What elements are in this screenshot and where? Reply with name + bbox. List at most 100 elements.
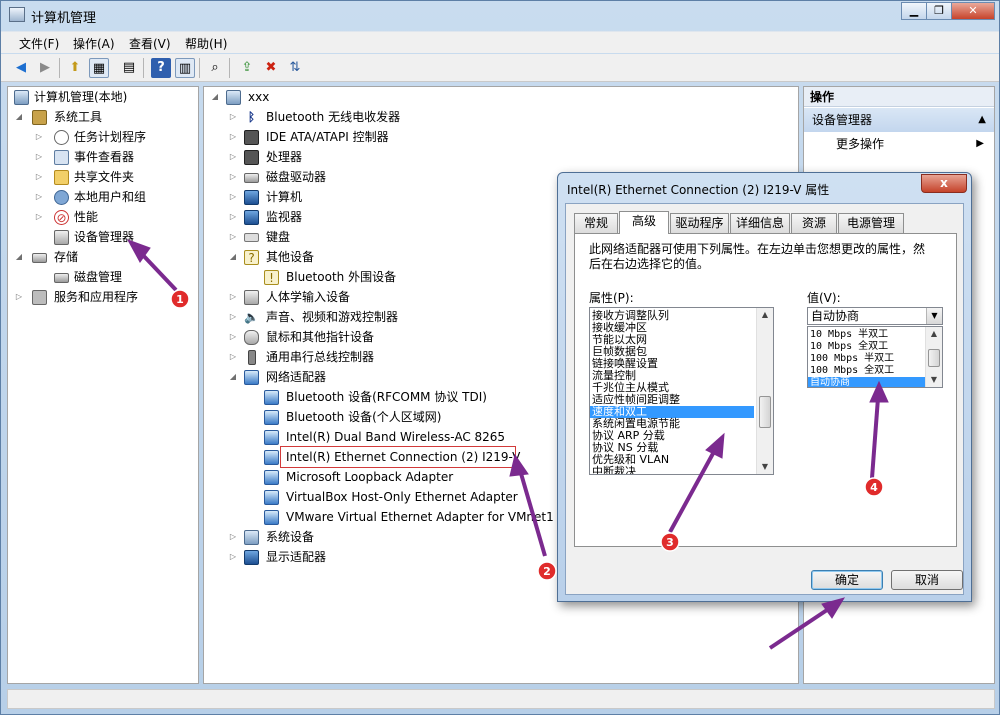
network-adapter-icon [264, 470, 279, 485]
title-bar[interactable]: 计算机管理 ▁ ❐ ✕ [1, 1, 999, 29]
network-adapter-icon [244, 370, 259, 385]
tab-driver[interactable]: 驱动程序 [670, 213, 729, 233]
menu-bar: 文件(F) 操作(A) 查看(V) 帮助(H) [1, 31, 999, 53]
minimize-button[interactable]: ▁ [901, 2, 927, 20]
value-dropdown[interactable]: 自动协商 ▼ [807, 307, 943, 325]
property-list[interactable]: 接收方调整队列 接收缓冲区 节能以太网 巨帧数据包 链接唤醒设置 流量控制 千兆… [589, 307, 774, 475]
status-bar [7, 689, 995, 709]
more-actions-link[interactable]: 更多操作 [836, 135, 884, 153]
close-button[interactable]: ✕ [951, 2, 995, 20]
disk-drive-icon [244, 173, 259, 183]
back-icon[interactable]: ◀ [11, 58, 31, 78]
scroll-thumb[interactable] [928, 349, 940, 367]
property-item[interactable]: 中断裁决 [592, 466, 636, 475]
display-adapter-icon [244, 550, 259, 565]
value-label: 值(V): [807, 291, 841, 305]
properties-icon[interactable]: ▤ [119, 58, 139, 78]
menu-help[interactable]: 帮助(H) [185, 35, 227, 52]
adapter-properties-dialog: Intel(R) Ethernet Connection (2) I219-V … [557, 172, 972, 602]
forward-icon[interactable]: ▶ [35, 58, 55, 78]
property-list-scrollbar[interactable]: ▲ ▼ [756, 308, 773, 474]
chevron-down-icon[interactable]: ▼ [926, 308, 942, 324]
network-adapter-icon [264, 490, 279, 505]
scroll-down-icon[interactable]: ▼ [757, 460, 773, 474]
folder-icon [54, 170, 69, 185]
actions-header: 操作 [804, 87, 994, 107]
maximize-button[interactable]: ❐ [926, 2, 952, 20]
collapse-up-icon[interactable]: ▲ [978, 108, 986, 132]
value-option-selected[interactable]: 自动协商 [808, 377, 925, 387]
computer-icon [244, 190, 259, 205]
value-options-list[interactable]: 10 Mbps 半双工 10 Mbps 全双工 100 Mbps 半双工 100… [807, 326, 943, 388]
keyboard-icon [244, 233, 259, 242]
monitor-icon [244, 210, 259, 225]
tab-advanced[interactable]: 高级 [619, 211, 669, 234]
network-adapter-icon [264, 430, 279, 445]
update-driver-icon[interactable]: ⇪ [237, 58, 257, 78]
computer-icon [226, 90, 241, 105]
show-hide-action-pane-icon[interactable]: ▥ [175, 58, 195, 78]
expand-icon: ▷ [35, 132, 43, 141]
users-icon [54, 190, 69, 205]
expand-icon: ▷ [35, 192, 43, 201]
value-option[interactable]: 100 Mbps 全双工 [810, 365, 894, 377]
tab-general[interactable]: 常规 [574, 213, 618, 233]
highlight-box [280, 446, 516, 468]
expand-icon: ▷ [35, 152, 43, 161]
value-option[interactable]: 100 Mbps 半双工 [810, 353, 894, 365]
advanced-tab-panel: 此网络适配器可使用下列属性。在左边单击您想更改的属性，然后在右边选择它的值。 属… [574, 233, 957, 547]
value-list-scrollbar[interactable]: ▲ ▼ [925, 327, 942, 387]
tab-details[interactable]: 详细信息 [730, 213, 790, 233]
ok-button[interactable]: 确定 [811, 570, 883, 590]
show-hide-tree-icon[interactable]: ▦ [89, 58, 109, 78]
system-devices-icon [244, 530, 259, 545]
cancel-button[interactable]: 取消 [891, 570, 963, 590]
clock-icon [54, 130, 69, 145]
scroll-up-icon[interactable]: ▲ [757, 308, 773, 322]
value-option[interactable]: 10 Mbps 半双工 [810, 329, 888, 341]
network-adapter-icon [264, 450, 279, 465]
menu-action[interactable]: 操作(A) [73, 35, 115, 52]
value-option[interactable]: 10 Mbps 全双工 [810, 341, 888, 353]
disk-icon [54, 273, 69, 283]
window-title: 计算机管理 [31, 11, 97, 26]
dialog-title: Intel(R) Ethernet Connection (2) I219-V … [567, 183, 830, 197]
scroll-up-icon[interactable]: ▲ [926, 327, 942, 341]
dialog-close-button[interactable]: x [921, 174, 967, 193]
network-adapter-icon [264, 390, 279, 405]
help-icon[interactable]: ? [151, 58, 171, 78]
storage-icon [32, 253, 47, 263]
performance-icon: ⊘ [54, 210, 69, 225]
enable-device-icon[interactable]: ⇅ [285, 58, 305, 78]
scroll-down-icon[interactable]: ▼ [926, 373, 942, 387]
console-tree: 计算机管理(本地) ◢ 系统工具 ▷ 任务计划程序 ▷ 事件查看器 ▷ 共享文件… [7, 86, 199, 684]
menu-view[interactable]: 查看(V) [129, 35, 171, 52]
processor-icon [244, 150, 259, 165]
computer-management-icon [9, 7, 25, 22]
expand-icon: ▷ [15, 292, 23, 301]
network-adapter-icon [264, 510, 279, 525]
scan-hardware-icon[interactable]: ⌕ [205, 58, 225, 78]
tab-resources[interactable]: 资源 [791, 213, 837, 233]
expand-icon: ▷ [35, 212, 43, 221]
hid-icon [244, 290, 259, 305]
scroll-thumb[interactable] [759, 396, 771, 428]
menu-file[interactable]: 文件(F) [19, 35, 59, 52]
usb-icon [248, 350, 256, 365]
actions-section-device-manager[interactable]: 设备管理器 ▲ [804, 108, 994, 132]
advanced-description: 此网络适配器可使用下列属性。在左边单击您想更改的属性，然后在右边选择它的值。 [589, 242, 926, 271]
device-manager-icon [54, 230, 69, 245]
uninstall-device-icon[interactable]: ✖ [261, 58, 281, 78]
warning-icon: ! [264, 270, 279, 285]
collapse-icon: ◢ [15, 252, 23, 261]
toolbar: ◀ ▶ ⬆ ▦ ▤ ? ▥ ⌕ ⇪ ✖ ⇅ [1, 54, 999, 82]
ide-controller-icon [244, 130, 259, 145]
collapse-icon: ◢ [15, 112, 23, 121]
tab-power-management[interactable]: 电源管理 [838, 213, 904, 233]
expand-icon: ▷ [35, 172, 43, 181]
property-label: 属性(P): [589, 291, 634, 305]
up-folder-icon[interactable]: ⬆ [65, 58, 85, 78]
services-icon [32, 290, 47, 305]
collapse-icon: ◢ [211, 92, 219, 101]
network-adapter-icon [264, 410, 279, 425]
